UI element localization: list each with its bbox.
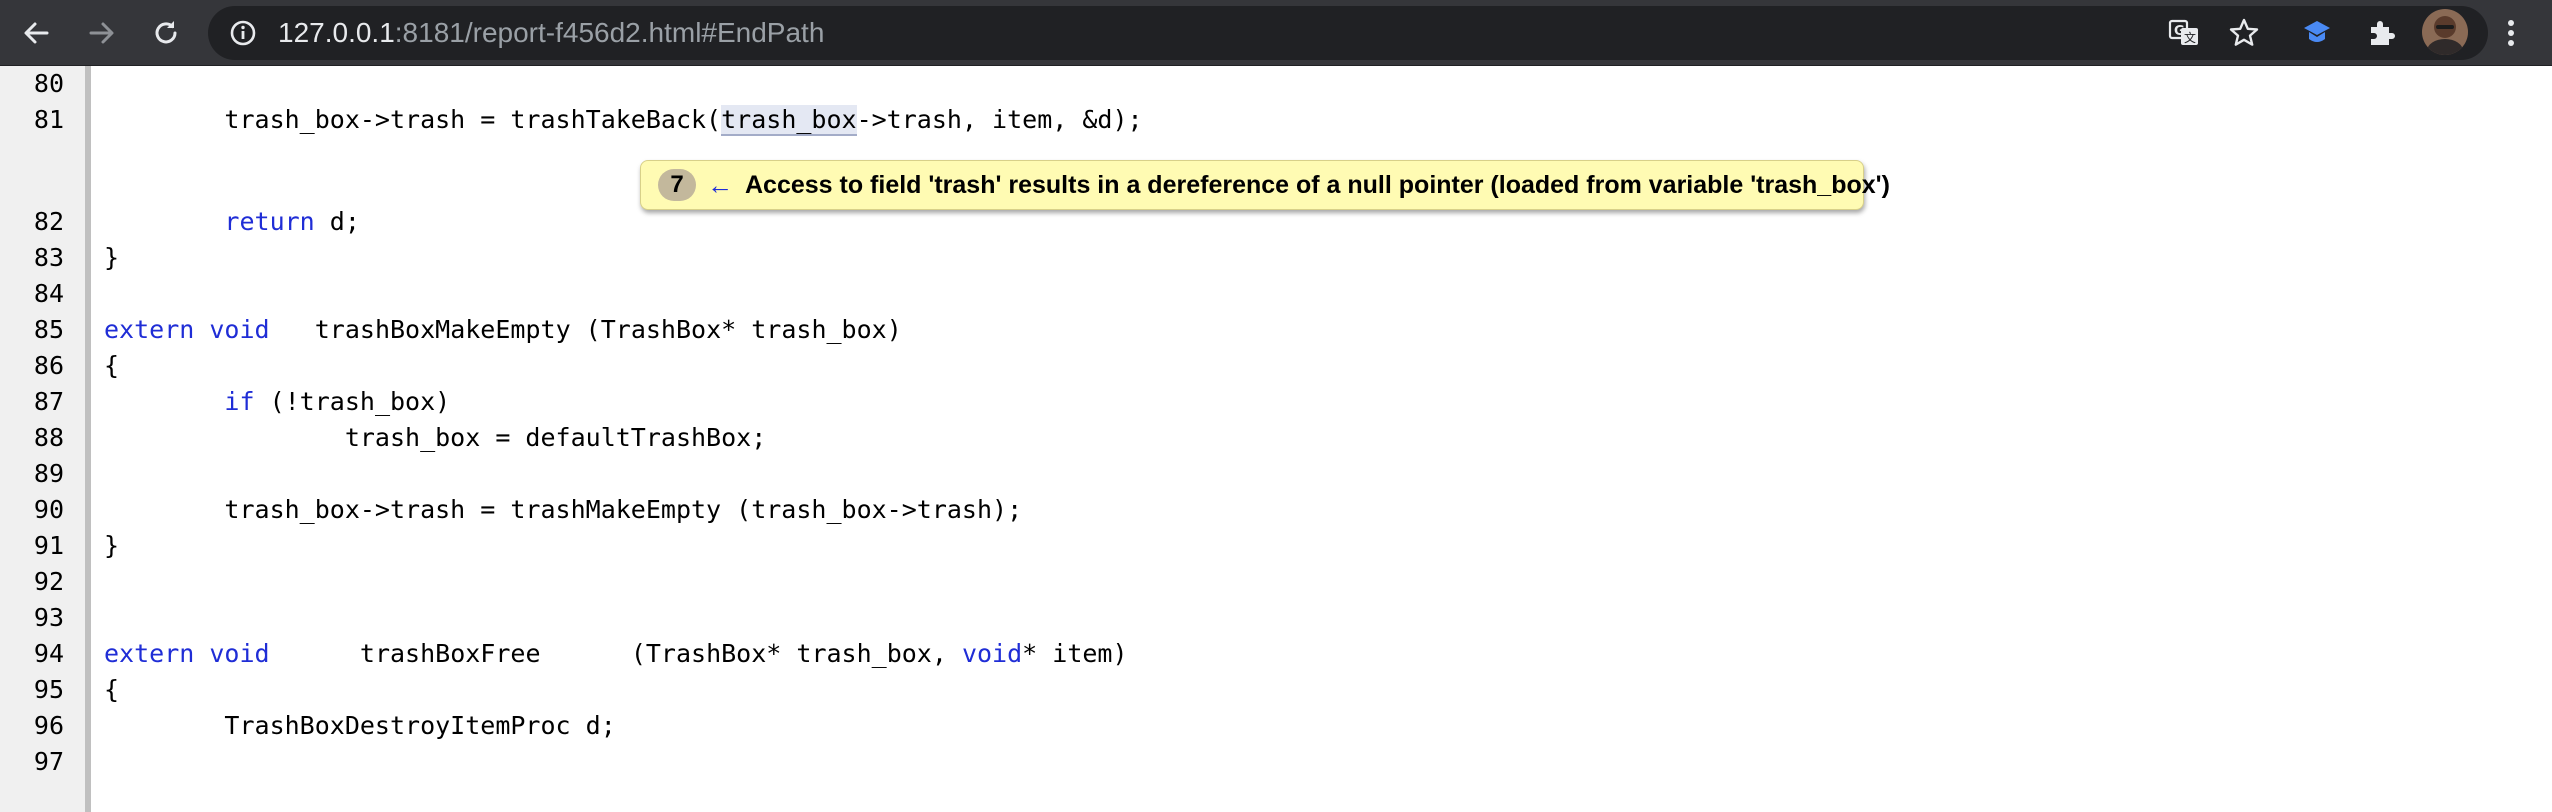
code-segment: trashBoxFree (TrashBox* trash_box, xyxy=(269,639,962,668)
previous-step-arrow[interactable]: ← xyxy=(707,168,733,202)
code-segment: d; xyxy=(314,207,360,236)
code-line: 90 trash_box->trash = trashMakeEmpty (tr… xyxy=(0,492,2552,528)
code-text: extern void trashBoxFree (TrashBox* tras… xyxy=(104,636,1128,672)
line-number: 97 xyxy=(33,747,64,776)
line-number: 85 xyxy=(33,315,64,344)
line-number: 92 xyxy=(33,567,64,596)
code-line: 92 xyxy=(0,564,2552,600)
kebab-menu-icon[interactable] xyxy=(2496,16,2526,55)
code-line: 93 xyxy=(0,600,2552,636)
line-number: 89 xyxy=(33,459,64,488)
svg-text:文: 文 xyxy=(2184,30,2196,45)
forward-arrow-icon xyxy=(87,18,117,48)
source-view: 80 81 trash_box->trash = trashTakeBack(tr… xyxy=(0,66,2552,812)
line-number: 94 xyxy=(33,639,64,668)
code-segment: trashBoxMakeEmpty (TrashBox* trash_box) xyxy=(269,315,902,344)
code-text: trash_box = defaultTrashBox; xyxy=(104,420,766,456)
code-text: } xyxy=(104,240,119,276)
line-number: 81 xyxy=(33,105,64,134)
code-segment: trash_box->trash = trashTakeBack( xyxy=(104,105,722,134)
line-number: 96 xyxy=(33,711,64,740)
browser-toolbar: 127.0.0.1:8181/report-f456d2.html#EndPat… xyxy=(0,0,2552,66)
line-number: 93 xyxy=(33,603,64,632)
code-segment: ->trash, item, &d); xyxy=(856,105,1143,134)
line-number: 95 xyxy=(33,675,64,704)
code-line: 83} xyxy=(0,240,2552,276)
back-button[interactable] xyxy=(14,11,58,55)
code-line: 95 { xyxy=(0,672,2552,708)
code-text: TrashBoxDestroyItemProc d; xyxy=(104,708,616,744)
line-number: 80 xyxy=(33,69,64,98)
blue-extension-icon[interactable] xyxy=(2301,17,2333,54)
code-line: 88 trash_box = defaultTrashBox; xyxy=(0,420,2552,456)
code-line: 97 xyxy=(0,744,2552,780)
puzzle-icon[interactable] xyxy=(2366,16,2398,53)
code-text: trash_box->trash = trashTakeBack(trash_b… xyxy=(104,102,1143,138)
keyword: extern xyxy=(104,315,195,344)
code-segment: * item) xyxy=(1022,639,1128,668)
code-line: 91} xyxy=(0,528,2552,564)
keyword: void xyxy=(209,639,270,668)
code-line: 81 trash_box->trash = trashTakeBack(tras… xyxy=(0,102,2552,138)
diagnostic-bubble: 7 ← Access to field 'trash' results in a… xyxy=(640,160,1890,210)
line-number: 84 xyxy=(33,279,64,308)
code-text: { xyxy=(104,672,119,708)
code-line: 80 xyxy=(0,66,2552,102)
diagnostic-message: Access to field 'trash' results in a der… xyxy=(745,171,1890,199)
code-segment: { xyxy=(104,675,120,704)
line-number: 90 xyxy=(33,495,64,524)
code-segment: TrashBoxDestroyItemProc d; xyxy=(104,711,616,740)
line-number: 82 xyxy=(33,207,64,236)
url-host: 127.0.0.1 xyxy=(278,17,395,48)
code-line: 85 extern void trashBoxMakeEmpty (TrashBo… xyxy=(0,312,2552,348)
code-segment: } xyxy=(104,243,120,272)
code-text: { xyxy=(104,348,119,384)
star-icon[interactable] xyxy=(2228,17,2260,54)
code-segment: } xyxy=(104,531,120,560)
keyword: if xyxy=(224,387,255,416)
code-segment: trash_box->trash = trashMakeEmpty (trash… xyxy=(104,495,1023,524)
code-line: 94 extern void trashBoxFree (TrashBox* tr… xyxy=(0,636,2552,672)
highlighted-variable: trash_box xyxy=(721,105,857,136)
code-text: if (!trash_box) xyxy=(104,384,450,420)
line-number: 86 xyxy=(33,351,64,380)
code-line: 89 xyxy=(0,456,2552,492)
reload-icon xyxy=(151,18,181,48)
line-number: 83 xyxy=(33,243,64,272)
code-line: 86 { xyxy=(0,348,2552,384)
code-text: trash_box->trash = trashMakeEmpty (trash… xyxy=(104,492,1022,528)
url-path: :8181/report-f456d2.html#EndPath xyxy=(394,17,825,48)
code-text: return d; xyxy=(104,204,360,240)
back-arrow-icon xyxy=(21,18,51,48)
info-icon[interactable] xyxy=(228,18,258,53)
code-line: 87 if (!trash_box) xyxy=(0,384,2552,420)
code-text: } xyxy=(104,528,119,564)
avatar[interactable] xyxy=(2422,9,2468,55)
code-segment: { xyxy=(104,351,120,380)
line-number: 87 xyxy=(33,387,64,416)
code-line: 96 TrashBoxDestroyItemProc d; xyxy=(0,708,2552,744)
code-segment: trash_box = defaultTrashBox; xyxy=(104,423,767,452)
address-bar[interactable]: 127.0.0.1:8181/report-f456d2.html#EndPat… xyxy=(208,6,2488,60)
url-text[interactable]: 127.0.0.1:8181/report-f456d2.html#EndPat… xyxy=(278,6,824,60)
code-text: extern void trashBoxMakeEmpty (TrashBox*… xyxy=(104,312,902,348)
keyword: return xyxy=(224,207,315,236)
translate-icon[interactable]: G文 xyxy=(2168,18,2200,53)
code-line: 84 xyxy=(0,276,2552,312)
line-number: 88 xyxy=(33,423,64,452)
keyword: extern xyxy=(104,639,195,668)
code-segment: (!trash_box) xyxy=(254,387,451,416)
forward-button[interactable] xyxy=(80,11,124,55)
reload-button[interactable] xyxy=(144,11,188,55)
keyword: void xyxy=(961,639,1023,668)
diagnostic-step-number[interactable]: 7 xyxy=(658,169,696,201)
keyword: void xyxy=(209,315,270,344)
line-number: 91 xyxy=(33,531,64,560)
